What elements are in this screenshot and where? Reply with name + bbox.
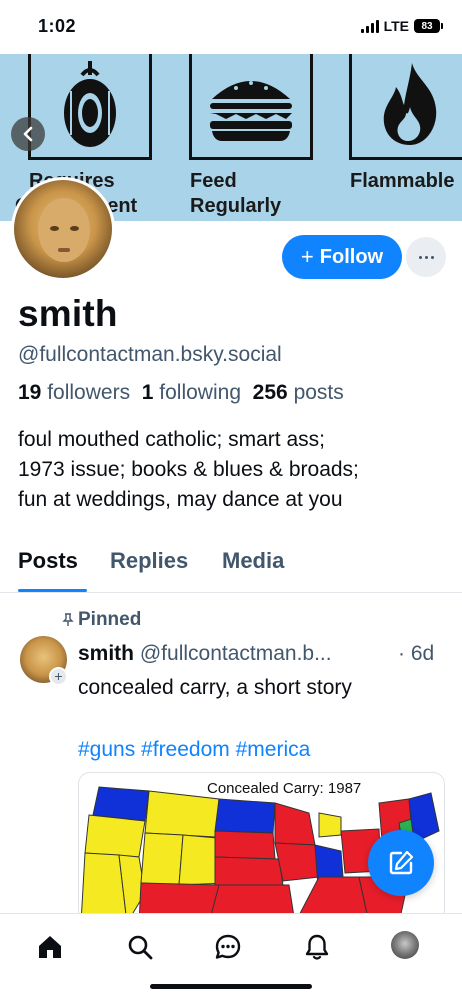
bio-line: foul mouthed catholic; smart ass; <box>18 428 325 451</box>
banner-label-feed: Feed <box>190 170 237 192</box>
status-bar: 1:02 LTE 83 <box>0 0 462 54</box>
compose-button[interactable] <box>368 830 434 896</box>
profile-bio: foul mouthed catholic; smart ass; 1973 i… <box>18 425 448 515</box>
home-indicator <box>150 984 312 989</box>
tab-posts[interactable]: Posts <box>18 548 78 574</box>
nav-home[interactable] <box>34 931 66 963</box>
flame-sign <box>349 54 462 160</box>
tab-media[interactable]: Media <box>222 548 284 574</box>
post-time: · 6d <box>398 642 435 665</box>
home-icon <box>39 936 61 958</box>
battery-icon: 83 <box>414 19 443 33</box>
profile-stats: 19 followers 1 following 256 posts <box>18 381 344 405</box>
burger-icon <box>210 80 292 141</box>
nav-search[interactable] <box>124 931 156 963</box>
follow-label: Follow <box>319 245 384 268</box>
display-name: smith <box>18 293 118 334</box>
posts-count: 256 posts <box>252 381 344 404</box>
tire-sign <box>28 54 152 160</box>
burger-sign <box>189 54 313 160</box>
post-author-name[interactable]: smith <box>78 642 134 665</box>
network-label: LTE <box>383 18 409 34</box>
tire-icon <box>64 60 116 147</box>
banner-label-regularly: Regularly <box>190 195 282 217</box>
avatar-photo <box>14 180 112 278</box>
following-link[interactable]: 1 following <box>142 381 241 404</box>
nav-chat[interactable] <box>212 931 244 963</box>
chevron-left-icon <box>23 126 33 142</box>
nav-notifications[interactable] <box>301 931 333 963</box>
more-options-button[interactable] <box>406 237 446 277</box>
flame-icon <box>383 62 437 145</box>
follow-button[interactable]: + Follow <box>282 235 402 279</box>
profile-handle: @fullcontactman.bsky.social <box>18 343 282 366</box>
tab-replies[interactable]: Replies <box>110 548 188 574</box>
banner-label-flammable: Flammable <box>350 170 455 192</box>
back-button[interactable] <box>11 117 45 151</box>
post-header: smith @fullcontactman.b... <box>78 642 448 666</box>
pin-icon <box>62 613 74 626</box>
bell-icon <box>305 934 329 960</box>
status-indicators: LTE 83 <box>360 18 443 34</box>
signal-icon <box>360 19 379 33</box>
active-tab-indicator <box>18 589 87 592</box>
profile-tabs: Posts Replies Media <box>0 540 462 593</box>
plus-icon: + <box>300 244 314 269</box>
search-icon <box>128 935 153 960</box>
nav-profile-avatar[interactable] <box>391 931 419 959</box>
bio-line: 1973 issue; books & blues & broads; <box>18 458 359 481</box>
followers-link[interactable]: 19 followers <box>18 381 130 404</box>
profile-avatar[interactable] <box>11 177 115 281</box>
bio-line: fun at weddings, may dance at you <box>18 488 343 511</box>
compose-icon <box>389 850 414 875</box>
chat-icon <box>215 934 241 959</box>
follow-plus-icon[interactable]: + <box>49 667 68 686</box>
status-time: 1:02 <box>38 16 77 36</box>
pinned-indicator: Pinned <box>62 609 141 631</box>
battery-level: 83 <box>421 20 433 32</box>
post-text: concealed carry, a short story <box>78 676 352 699</box>
post-hashtags[interactable]: #guns #freedom #merica <box>78 738 310 762</box>
pinned-label: Pinned <box>78 609 142 630</box>
post-author-handle[interactable]: @fullcontactman.b... <box>140 642 332 665</box>
